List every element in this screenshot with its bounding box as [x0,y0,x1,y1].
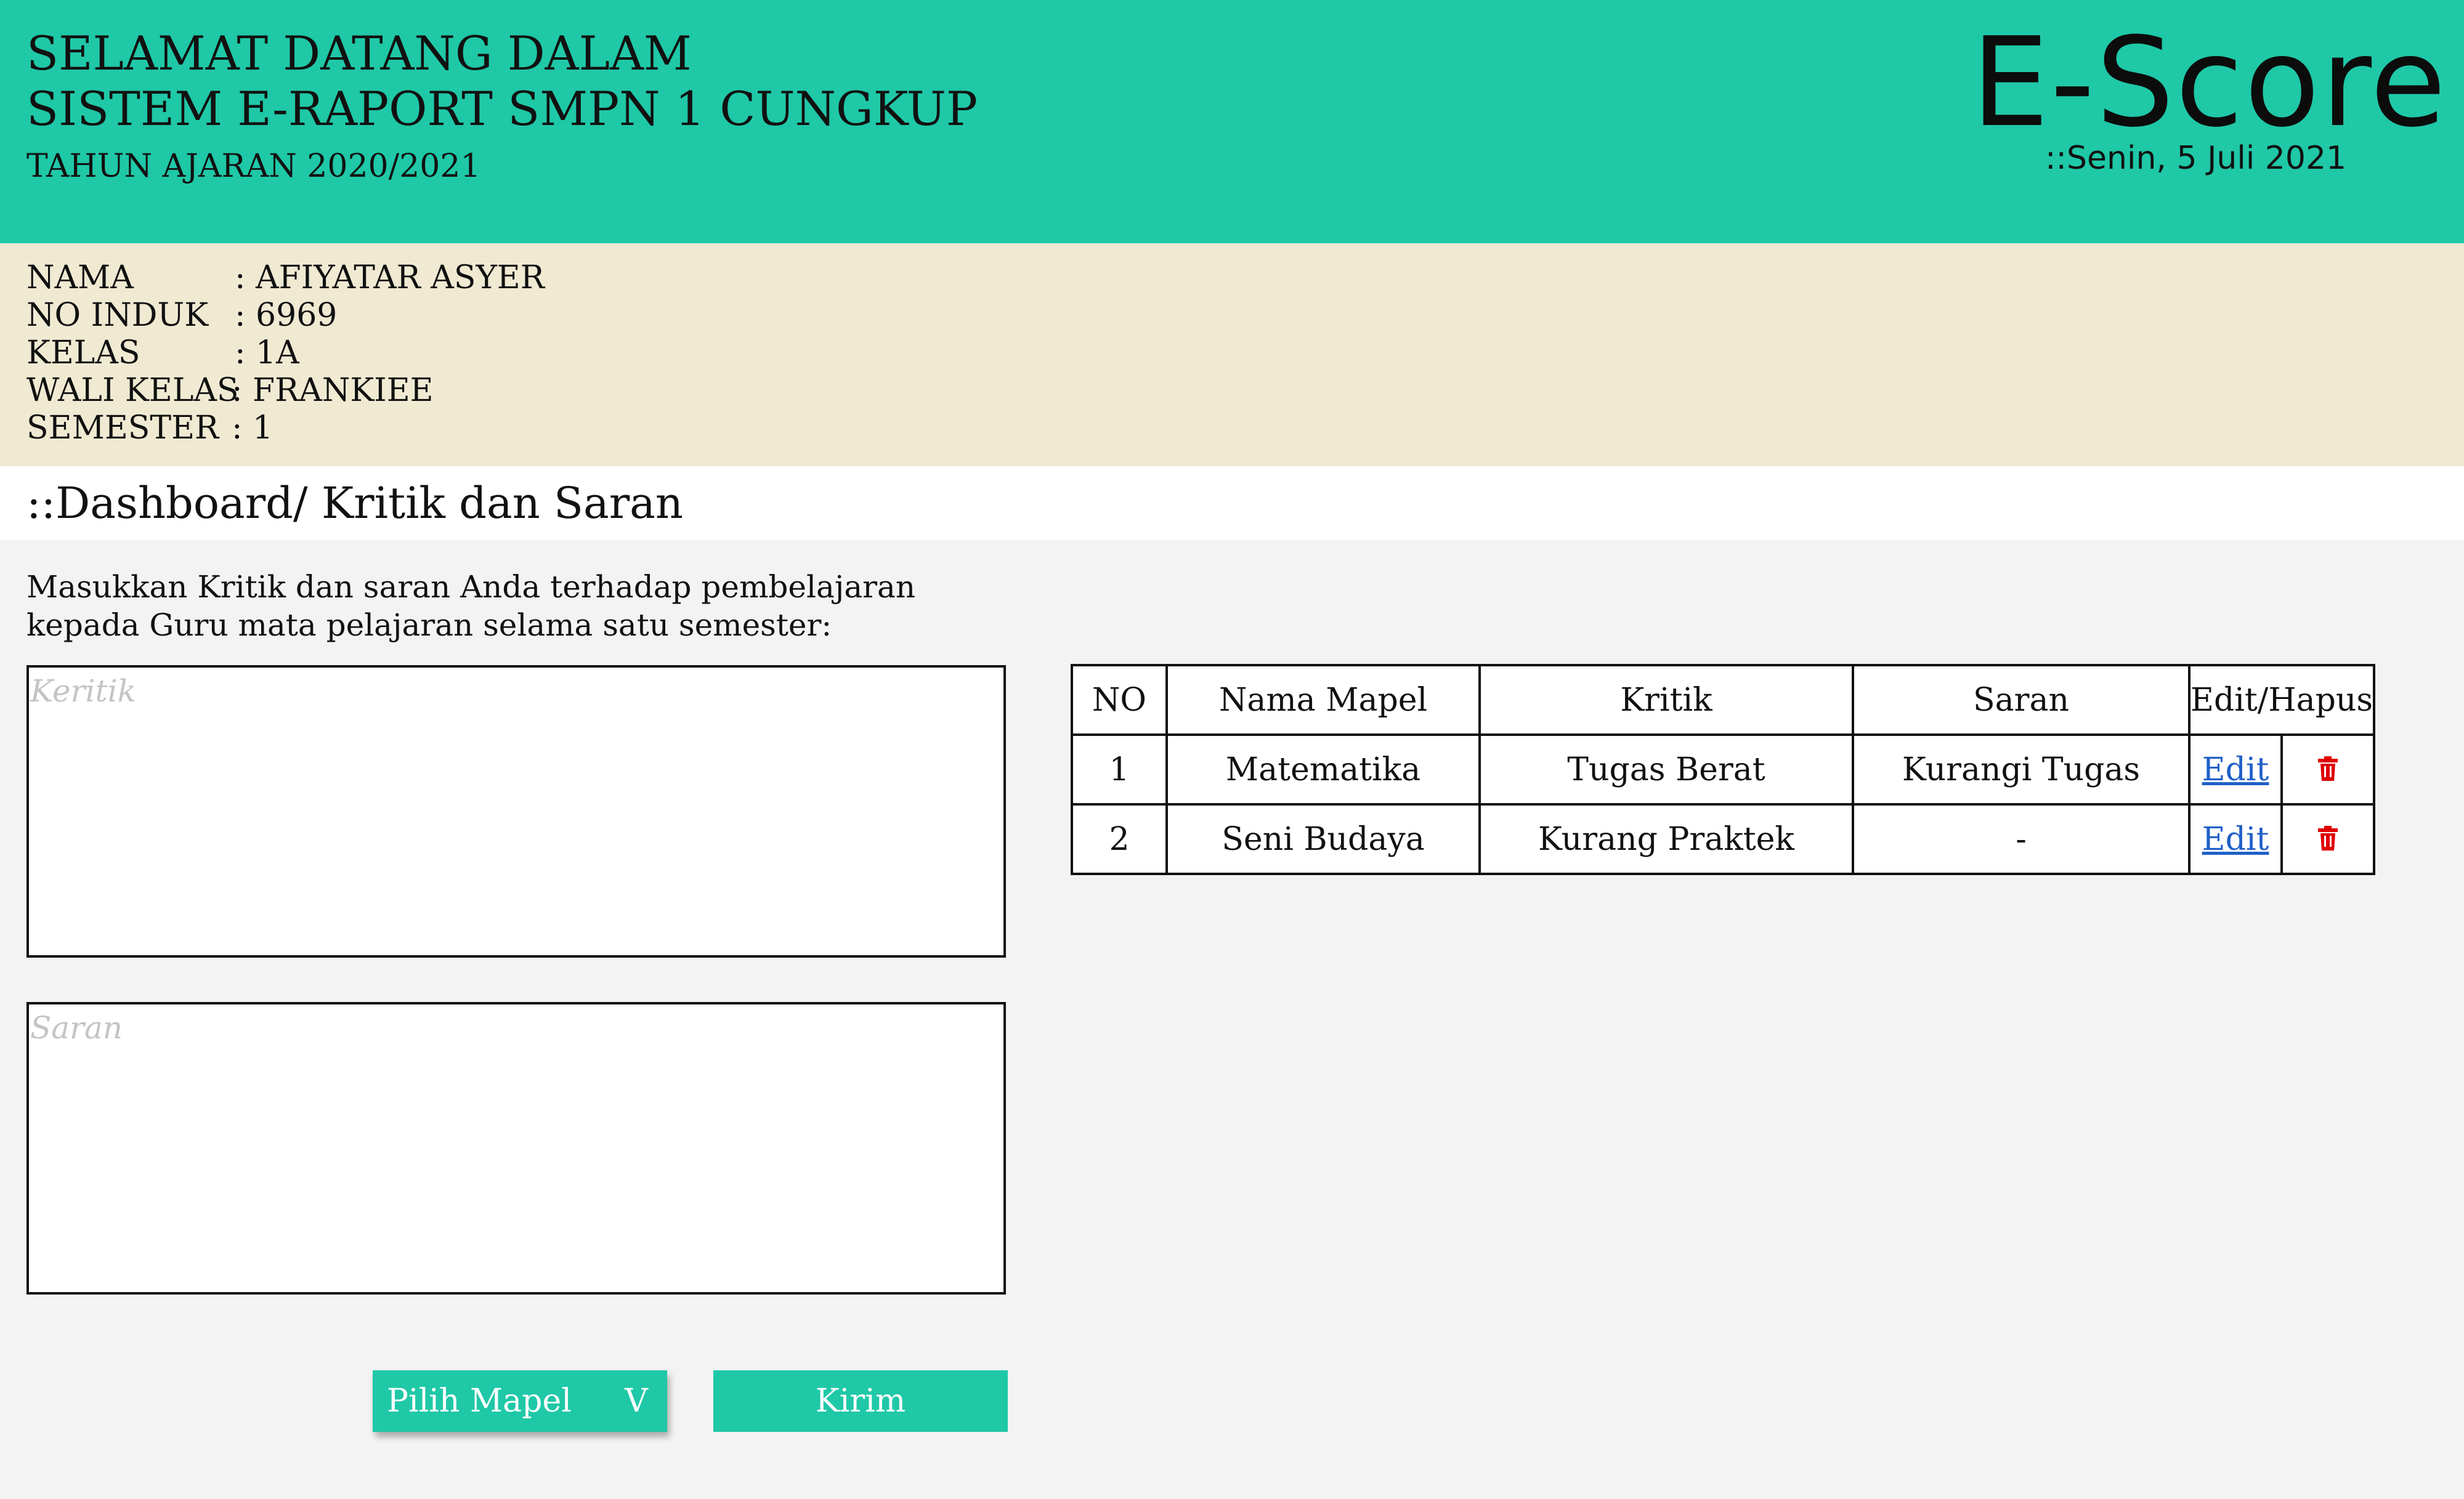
semester-value: : 1 [232,410,274,446]
induk-value: : 6969 [235,297,338,334]
pilih-mapel-select[interactable]: Pilih Mapel V [373,1370,667,1432]
saran-field [26,1002,1006,1295]
kelas-value: : 1A [235,334,299,371]
cell-no: 1 [1071,733,1168,806]
header-no: NO [1071,664,1168,736]
cell-saran: Kurangi Tugas [1852,733,2190,806]
nama-value: : AFIYATAR ASYER [235,259,545,296]
kritik-input[interactable] [29,668,1003,955]
trash-icon[interactable] [2317,752,2339,789]
kritik-field [26,665,1006,958]
cell-saran: - [1852,803,2190,875]
header-saran: Saran [1852,664,2190,736]
edit-link[interactable]: Edit [2202,821,2269,858]
cell-edit: Edit [2187,803,2284,875]
cell-mapel: Seni Budaya [1165,803,1481,875]
semester-label: SEMESTER [26,410,219,446]
welcome-title-line1: SELAMAT DATANG DALAM [26,26,692,81]
form-instruction: Masukkan Kritik dan saran Anda terhadap … [26,569,916,643]
cell-kritik: Tugas Berat [1478,733,1854,806]
table-row: 1 Matematika Tugas Berat Kurangi Tugas E… [1071,733,2376,806]
app-header: SELAMAT DATANG DALAM SISTEM E-RAPORT SMP… [0,0,2464,243]
induk-label: NO INDUK [26,297,209,334]
kirim-button[interactable]: Kirim [713,1370,1008,1432]
table-row: 2 Seni Budaya Kurang Praktek - Edit [1071,803,2376,875]
saran-input[interactable] [29,1004,1003,1292]
cell-hapus [2280,803,2376,875]
cell-no: 2 [1071,803,1168,875]
welcome-title-line2: SISTEM E-RAPORT SMPN 1 CUNGKUP [26,81,978,136]
kritik-saran-table: NO Nama Mapel Kritik Saran Edit/Hapus 1 … [1071,664,2376,875]
current-date: ::Senin, 5 Juli 2021 [2045,140,2347,177]
dropdown-arrow-icon[interactable]: V [606,1370,667,1432]
edit-link[interactable]: Edit [2202,751,2269,788]
cell-edit: Edit [2187,733,2284,806]
header-nama-mapel: Nama Mapel [1165,664,1481,736]
student-info-panel: NAMA : AFIYATAR ASYER NO INDUK : 6969 KE… [0,243,2464,466]
academic-year: TAHUN AJARAN 2020/2021 [26,148,481,185]
nama-label: NAMA [26,259,134,296]
table-header-row: NO Nama Mapel Kritik Saran Edit/Hapus [1071,664,2376,736]
breadcrumb-bar: ::Dashboard/ Kritik dan Saran [0,466,2464,540]
header-kritik: Kritik [1478,664,1854,736]
brand-logo: E-Score [1971,11,2447,155]
header-edit-hapus: Edit/Hapus [2187,664,2376,736]
cell-kritik: Kurang Praktek [1478,803,1854,875]
wali-value: : FRANKIEE [232,372,434,409]
kelas-label: KELAS [26,334,140,371]
cell-mapel: Matematika [1165,733,1481,806]
trash-icon[interactable] [2317,822,2339,859]
cell-hapus [2280,733,2376,806]
breadcrumb: ::Dashboard/ Kritik dan Saran [26,478,683,528]
wali-label: WALI KELAS [26,372,239,409]
pilih-mapel-label: Pilih Mapel [387,1383,572,1420]
